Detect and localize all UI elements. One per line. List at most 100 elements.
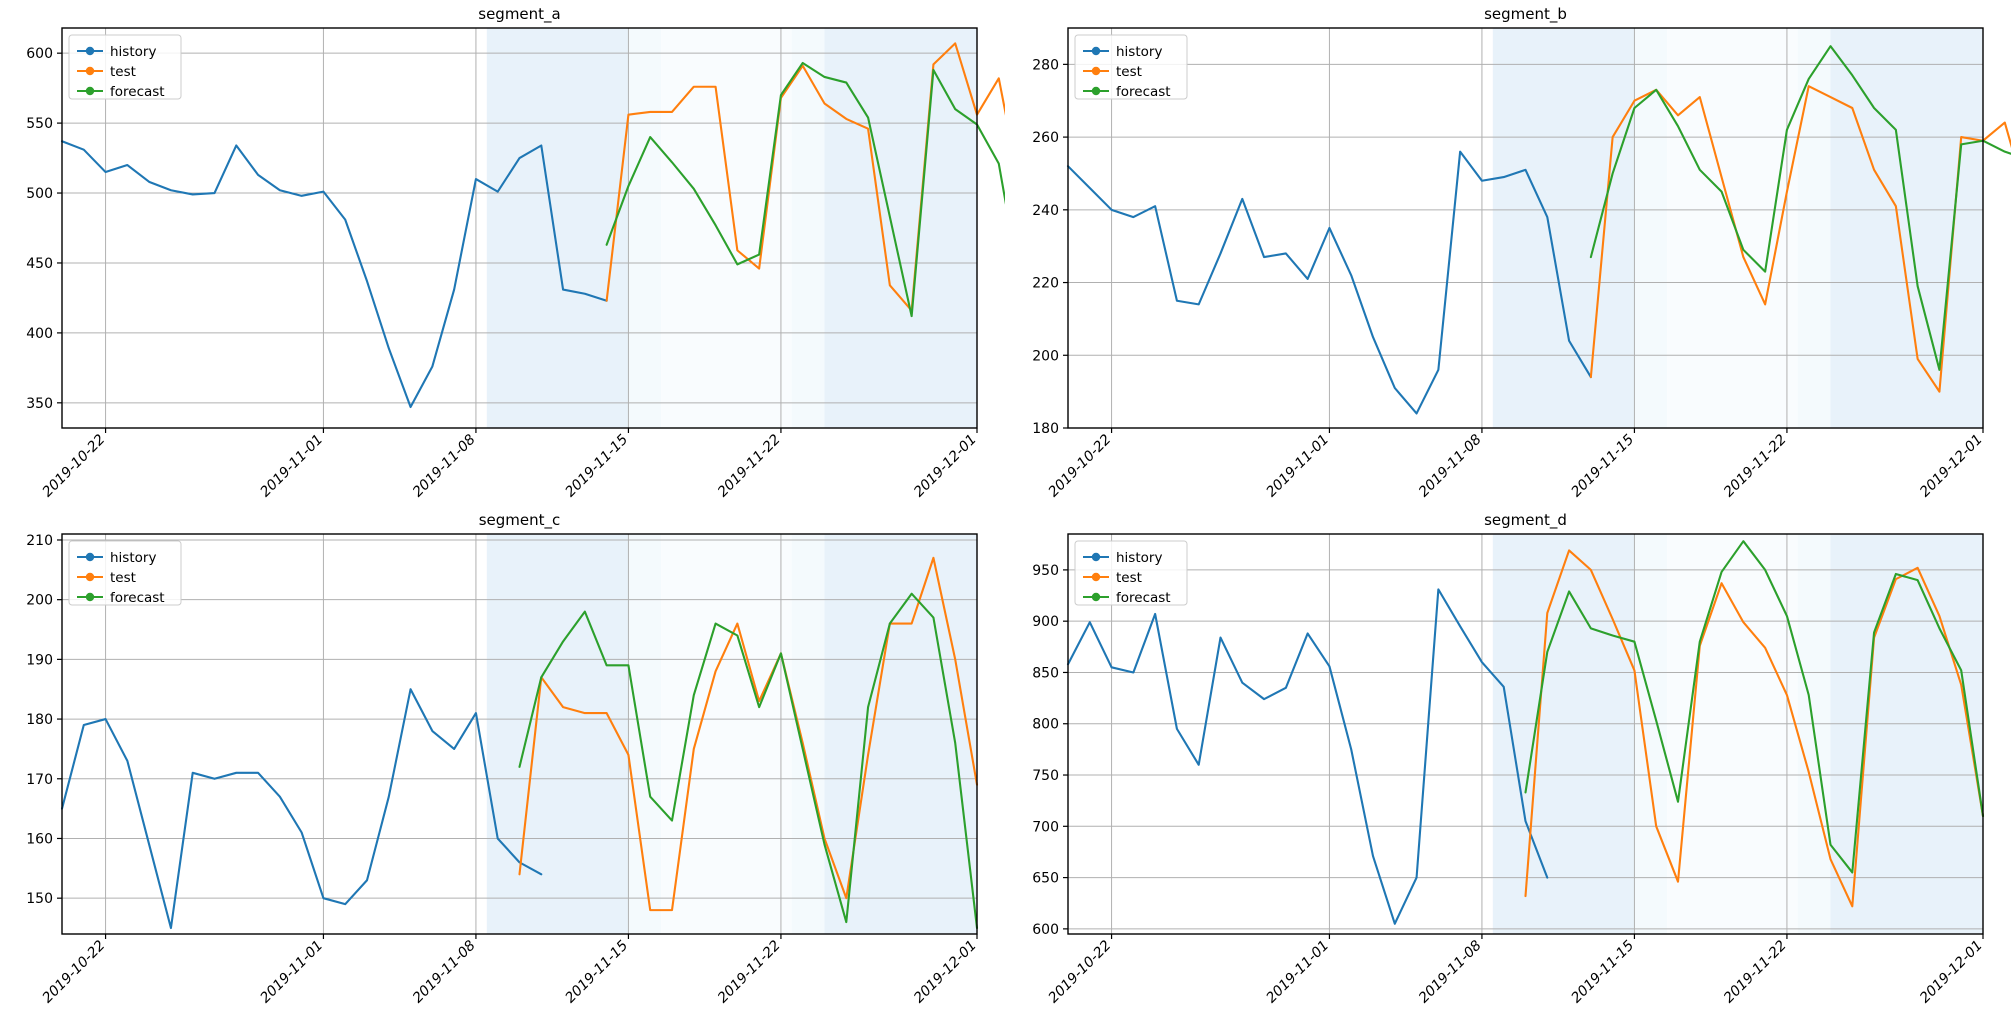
- legend-marker-forecast: [85, 86, 95, 96]
- x-tick-label: 2019-12-01: [1916, 937, 1985, 1006]
- y-tick-label: 900: [1032, 614, 1059, 630]
- y-tick-label: 500: [26, 186, 53, 202]
- x-tick-label: 2019-11-15: [562, 431, 631, 500]
- x-tick-label: 2019-11-01: [257, 432, 326, 501]
- chart-segment_c: 150 160 170 180 190 200 210 2019-10-22 2019-11-0…: [26, 511, 980, 1006]
- y-tick-label: 240: [1032, 203, 1059, 219]
- x-tick-label: 2019-11-15: [1568, 937, 1637, 1006]
- x-tick-label: 2019-11-01: [1263, 937, 1332, 1006]
- x-tick-label: 2019-10-22: [40, 937, 109, 1006]
- y-tick-label: 280: [1032, 57, 1059, 73]
- fold-band-0: [486, 28, 629, 428]
- x-tick-label: 2019-12-01: [1916, 432, 1985, 501]
- y-tick-label: 220: [1032, 276, 1059, 292]
- y-tick-label: 180: [26, 712, 53, 728]
- x-tick-label: 2019-11-08: [410, 431, 479, 500]
- legend: history test forecast: [68, 34, 182, 100]
- y-axis: 180 200 220 240 260 280: [1032, 57, 1068, 437]
- fold-shading-bands: [486, 28, 977, 428]
- legend-marker-forecast: [1091, 86, 1100, 96]
- legend-marker-history: [1091, 552, 1100, 561]
- y-tick-label: 160: [26, 831, 53, 847]
- x-tick-label: 2019-11-01: [1263, 432, 1332, 501]
- x-tick-label: 2019-11-22: [1720, 431, 1789, 500]
- legend: history test forecast: [1074, 34, 1187, 100]
- legend-marker-test: [85, 572, 95, 581]
- y-tick-label: 150: [26, 891, 53, 907]
- legend-label-forecast: forecast: [110, 590, 165, 606]
- y-tick-label: 260: [1032, 130, 1059, 146]
- x-tick-label: 2019-12-01: [911, 432, 980, 501]
- y-axis: 600 650 700 750 800 850 900 950: [1032, 562, 1068, 937]
- legend-marker-history: [85, 552, 95, 561]
- x-tick-label: 2019-11-22: [715, 937, 784, 1006]
- fold-band-2: [661, 28, 792, 428]
- chart-title: segment_c: [479, 511, 561, 530]
- y-tick-label: 210: [26, 532, 53, 548]
- chart-panel-segment-b: 180 200 220 240 260 280 2019-10-22 2019-11-01 20…: [1006, 0, 2011, 506]
- fold-band-4: [1830, 28, 1983, 428]
- y-tick-label: 950: [1032, 562, 1059, 578]
- fold-band-4: [824, 28, 977, 428]
- legend-marker-forecast: [85, 592, 95, 601]
- x-tick-label: 2019-12-01: [911, 937, 980, 1006]
- figure-grid: 350 400 450 500 550 600 2019-10-22 2019-11-01 20…: [0, 0, 2011, 1011]
- y-axis: 350 400 450 500 550 600: [26, 46, 62, 412]
- y-tick-label: 180: [1032, 421, 1059, 437]
- x-tick-label: 2019-11-22: [715, 431, 784, 500]
- x-axis: 2019-10-22 2019-11-01 2019-11-08 2019-11-15…: [1045, 428, 1985, 500]
- chart-title: segment_a: [478, 5, 561, 24]
- legend-marker-test: [1091, 66, 1100, 76]
- legend-label-test: test: [1116, 570, 1142, 586]
- y-tick-label: 750: [1032, 768, 1059, 784]
- fold-band-3: [791, 533, 825, 934]
- y-tick-label: 170: [26, 771, 53, 787]
- fold-shading-bands: [1492, 533, 1983, 934]
- x-tick-label: 2019-10-22: [1045, 937, 1114, 1006]
- legend-marker-history: [85, 46, 95, 56]
- legend-label-test: test: [1116, 64, 1142, 80]
- legend-label-history: history: [110, 550, 156, 566]
- x-axis: 2019-10-22 2019-11-01 2019-11-08 2019-11-15…: [1045, 933, 1985, 1006]
- x-tick-label: 2019-10-22: [40, 431, 109, 500]
- legend-label-test: test: [110, 64, 136, 80]
- y-tick-label: 350: [26, 396, 53, 412]
- fold-shading-bands: [486, 533, 977, 934]
- legend-label-forecast: forecast: [110, 84, 165, 100]
- y-tick-label: 800: [1032, 716, 1059, 732]
- y-tick-label: 450: [26, 256, 53, 272]
- x-tick-label: 2019-11-15: [1568, 431, 1637, 500]
- legend: history test forecast: [68, 540, 182, 606]
- fold-band-1: [1633, 533, 1667, 934]
- chart-panel-segment-d: 600 650 700 750 800 850 900 950 2019-10-22 2019-1…: [1006, 506, 2011, 1011]
- legend-label-forecast: forecast: [1116, 590, 1171, 606]
- legend-marker-test: [1091, 572, 1100, 581]
- legend-marker-forecast: [1091, 592, 1100, 601]
- legend-label-history: history: [110, 44, 156, 60]
- chart-title: segment_b: [1484, 5, 1567, 24]
- fold-band-1: [1633, 28, 1667, 428]
- legend-marker-test: [85, 66, 95, 76]
- y-tick-label: 700: [1032, 819, 1059, 835]
- fold-band-2: [1666, 28, 1798, 428]
- y-axis: 150 160 170 180 190 200 210: [26, 532, 62, 907]
- x-axis: 2019-10-22 2019-11-01 2019-11-08 2019-11-15…: [40, 933, 980, 1006]
- y-tick-label: 190: [26, 652, 53, 668]
- fold-band-0: [486, 533, 629, 934]
- x-tick-label: 2019-11-08: [410, 937, 479, 1006]
- y-tick-label: 400: [26, 326, 53, 342]
- x-tick-label: 2019-11-01: [257, 937, 326, 1006]
- fold-band-3: [791, 28, 825, 428]
- legend-label-history: history: [1116, 44, 1162, 60]
- fold-band-0: [1492, 28, 1634, 428]
- y-tick-label: 550: [26, 116, 53, 132]
- y-tick-label: 200: [1032, 348, 1059, 364]
- chart-segment_d: 6006507007508008509009502019-10-22 2019-1…: [1032, 511, 1986, 1006]
- legend-label-forecast: forecast: [1116, 84, 1171, 100]
- y-tick-label: 600: [26, 46, 53, 62]
- fold-band-0: [1492, 533, 1634, 934]
- y-tick-label: 850: [1032, 665, 1059, 681]
- chart-title: segment_d: [1484, 511, 1567, 530]
- chart-panel-segment-c: 150 160 170 180 190 200 210 2019-10-22 2019-11-0…: [0, 506, 1006, 1011]
- chart-panel-segment-a: 350 400 450 500 550 600 2019-10-22 2019-11-01 20…: [0, 0, 1006, 506]
